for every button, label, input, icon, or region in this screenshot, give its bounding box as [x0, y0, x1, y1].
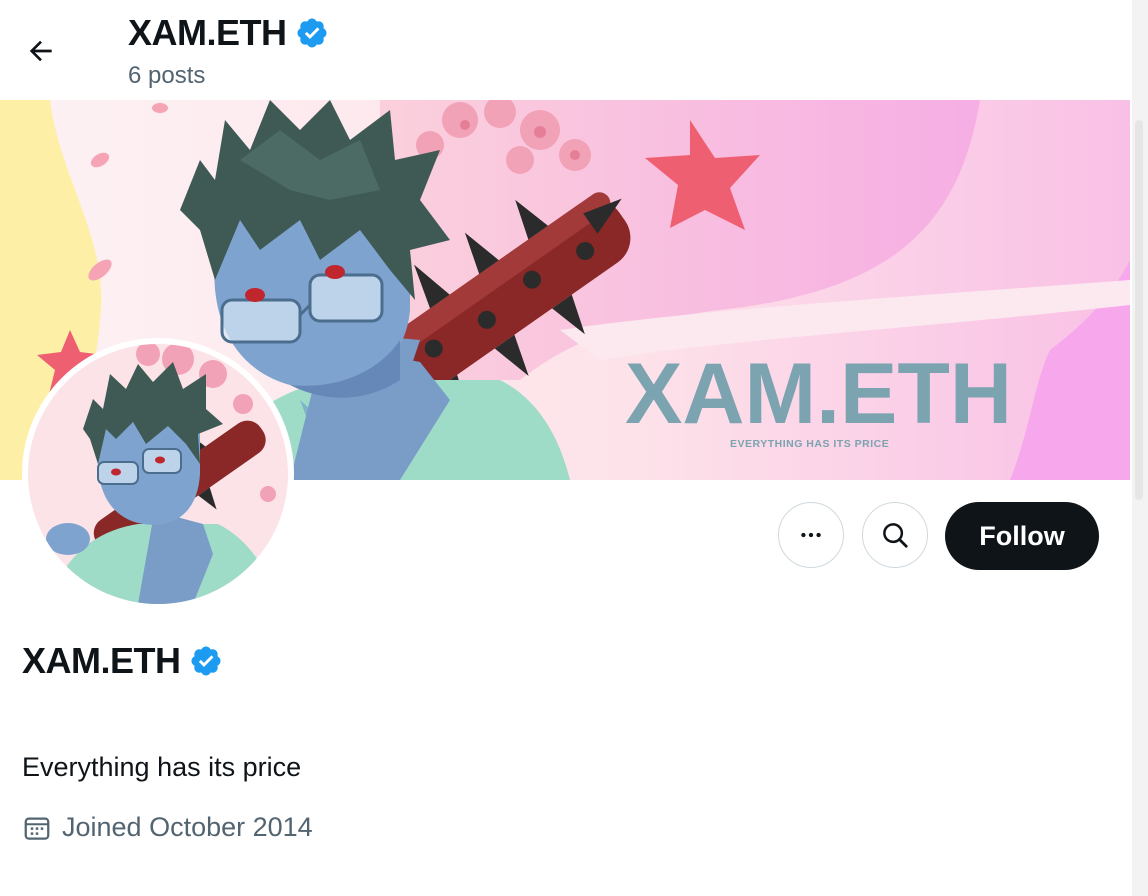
avatar[interactable] — [22, 338, 294, 610]
search-icon — [883, 523, 908, 548]
joined-text: Joined October 2014 — [62, 812, 313, 842]
back-button[interactable] — [18, 28, 64, 74]
back-arrow-icon — [29, 40, 52, 62]
calendar-icon — [24, 817, 50, 840]
follow-button[interactable]: Follow — [945, 502, 1099, 570]
scrollbar-thumb[interactable] — [1135, 120, 1143, 500]
profile-name: XAM.ETH — [22, 640, 181, 681]
banner-tagline: EVERYTHING HAS ITS PRICE — [730, 438, 889, 450]
profile-bio: Everything has its price — [22, 752, 302, 782]
header-title: XAM.ETH — [128, 12, 329, 54]
profile-joined-date: Joined October 2014 — [22, 812, 313, 843]
avatar-image — [28, 344, 288, 604]
search-posts-button[interactable] — [862, 502, 928, 568]
header-name: XAM.ETH — [128, 12, 287, 53]
profile-display-name: XAM.ETH — [22, 640, 223, 682]
banner-headline: XAM.ETH — [625, 346, 1012, 442]
more-icon — [801, 532, 821, 538]
more-options-button[interactable] — [778, 502, 844, 568]
verified-badge-icon[interactable] — [189, 644, 223, 678]
posts-count: 6 posts — [128, 62, 206, 89]
profile-header-bar: XAM.ETH 6 posts — [0, 0, 1148, 100]
verified-badge-icon — [296, 18, 327, 48]
